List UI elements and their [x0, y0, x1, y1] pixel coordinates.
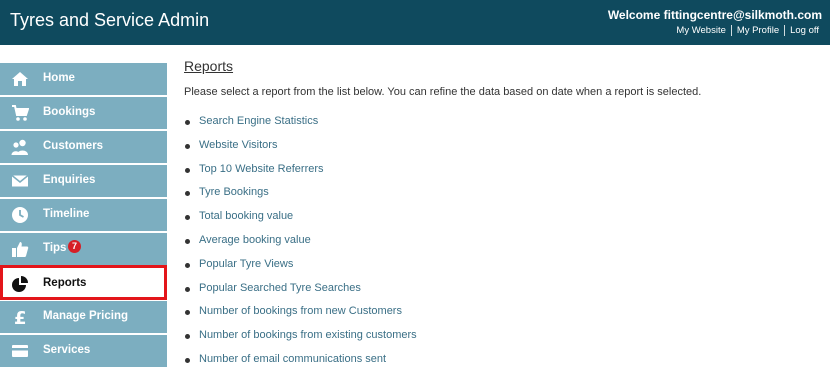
- header-links: My Website My Profile Log off: [671, 25, 824, 36]
- bullet: [185, 215, 190, 221]
- bullet: [185, 120, 190, 125]
- cart-icon: [12, 105, 29, 121]
- sidebar-item-label: Tips: [43, 242, 67, 254]
- sidebar-item-label: Timeline: [43, 208, 90, 220]
- report-list: Search Engine Statistics Website Visitor…: [184, 115, 417, 377]
- intro-text: Please select a report from the list bel…: [184, 86, 702, 98]
- report-link[interactable]: Number of bookings from existing custome…: [199, 329, 417, 341]
- sidebar-item-label: Services: [43, 344, 91, 356]
- bullet: [185, 286, 190, 292]
- bullet: [185, 143, 190, 149]
- report-link[interactable]: Total booking value: [199, 210, 293, 222]
- app-title: Tyres and Service Admin: [10, 10, 210, 30]
- bullet: [185, 334, 190, 340]
- sidebar-item-enquiries[interactable]: Enquiries: [0, 165, 167, 197]
- my-profile-link[interactable]: My Profile: [732, 25, 784, 36]
- sidebar-item-tips[interactable]: Tips 7: [0, 233, 167, 265]
- report-link[interactable]: Number of email communications sent: [199, 353, 386, 365]
- sidebar-item-label: Bookings: [43, 106, 96, 118]
- bullet: [185, 262, 190, 268]
- sidebar-item-home[interactable]: Home: [0, 63, 167, 95]
- svg-text:£: £: [14, 308, 27, 326]
- welcome-text: Welcome fittingcentre@silkmoth.com: [607, 8, 822, 22]
- users-icon: [11, 139, 28, 155]
- my-website-link[interactable]: My Website: [671, 25, 730, 36]
- sidebar-item-timeline[interactable]: Timeline: [0, 199, 167, 231]
- list-item: Popular Tyre Views: [184, 258, 417, 282]
- tips-count-badge: 7: [68, 240, 81, 253]
- list-item: Popular Searched Tyre Searches: [184, 282, 417, 306]
- clock-icon: [12, 207, 28, 223]
- report-link[interactable]: Popular Tyre Views: [199, 258, 293, 270]
- bullet: [185, 238, 190, 244]
- sidebar: Home Bookings Customers Enquiries Timeli…: [0, 45, 167, 369]
- link-divider: [730, 25, 732, 36]
- pound-icon: £: [14, 308, 27, 326]
- report-link[interactable]: Number of bookings from new Customers: [199, 305, 402, 317]
- home-icon: [12, 72, 28, 86]
- list-item: Total booking value: [184, 210, 417, 234]
- report-link[interactable]: Tyre Bookings: [199, 186, 269, 198]
- envelope-icon: [11, 174, 29, 187]
- list-item: Search Engine Statistics: [184, 115, 417, 139]
- card-icon: [12, 345, 28, 357]
- sidebar-item-label: Reports: [43, 277, 87, 289]
- list-item: Tyre Bookings: [184, 186, 417, 210]
- list-item: Website Visitors: [184, 139, 417, 163]
- report-link[interactable]: Website Visitors: [199, 139, 277, 151]
- bullet: [185, 357, 190, 363]
- sidebar-item-label: Customers: [43, 140, 104, 152]
- list-item: Number of bookings from existing custome…: [184, 329, 417, 353]
- pie-chart-icon: [12, 276, 28, 292]
- sidebar-item-label: Manage Pricing: [43, 310, 128, 322]
- list-item: Number of email communications sent: [184, 353, 417, 377]
- bullet: [185, 167, 190, 173]
- sidebar-item-customers[interactable]: Customers: [0, 131, 167, 163]
- report-link[interactable]: Popular Searched Tyre Searches: [199, 282, 361, 294]
- bullet: [185, 191, 190, 197]
- list-item: Average booking value: [184, 234, 417, 258]
- sidebar-item-label: Enquiries: [43, 174, 96, 186]
- page-title: Reports: [184, 58, 234, 74]
- report-link[interactable]: Search Engine Statistics: [199, 115, 318, 127]
- report-link[interactable]: Average booking value: [199, 234, 311, 246]
- bullet: [185, 310, 190, 316]
- top-header: Tyres and Service Admin Welcome fittingc…: [0, 0, 830, 45]
- sidebar-item-services[interactable]: Services: [0, 335, 167, 367]
- sidebar-item-label: Home: [43, 72, 75, 84]
- sidebar-item-reports[interactable]: Reports: [0, 265, 167, 300]
- report-link[interactable]: Top 10 Website Referrers: [199, 163, 324, 175]
- sidebar-item-bookings[interactable]: Bookings: [0, 97, 167, 129]
- log-off-link[interactable]: Log off: [785, 25, 824, 36]
- list-item: Top 10 Website Referrers: [184, 163, 417, 187]
- list-item: Number of bookings from new Customers: [184, 305, 417, 329]
- link-divider: [784, 25, 786, 36]
- thumbs-up-icon: [12, 242, 29, 257]
- sidebar-item-manage-pricing[interactable]: £ Manage Pricing: [0, 301, 167, 333]
- main-content: Reports Please select a report from the …: [184, 58, 701, 365]
